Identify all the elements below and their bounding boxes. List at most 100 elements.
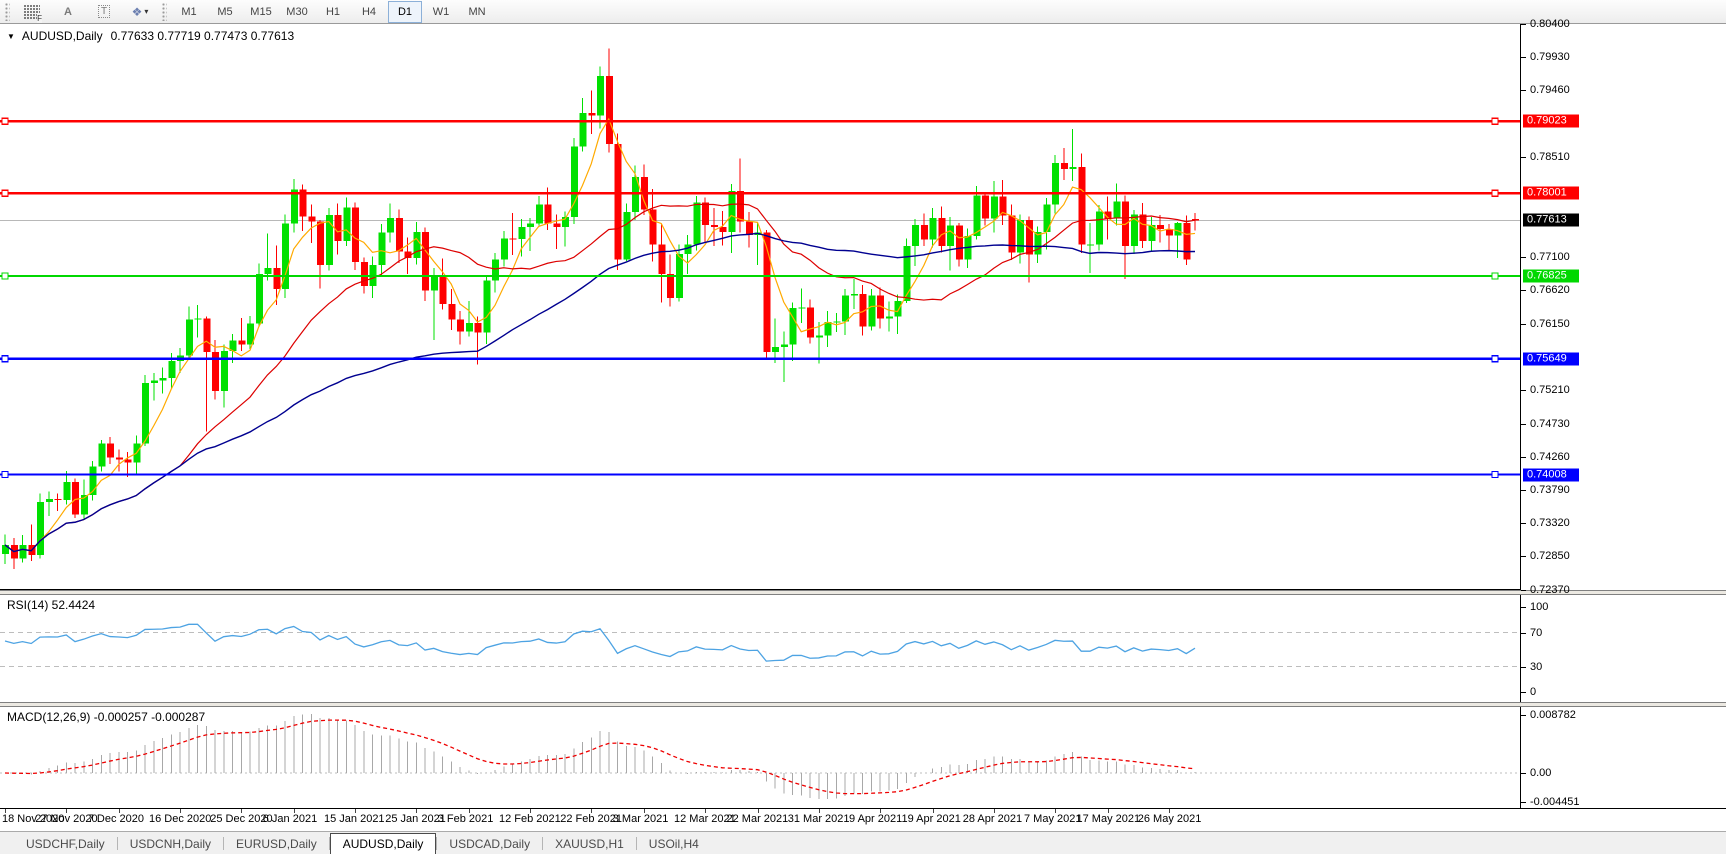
text-label-button[interactable]: T <box>87 1 121 23</box>
date-label-8: 25 Jan 2021 <box>385 813 446 825</box>
candle <box>326 208 333 271</box>
timeframe-button-h4[interactable]: H4 <box>352 1 386 23</box>
price-tick-0.73790: 0.73790 <box>1530 484 1570 496</box>
timeframe-button-m15[interactable]: M15 <box>244 1 278 23</box>
date-label-16: 9 Apr 2021 <box>849 813 902 825</box>
price-tick-0.74260: 0.74260 <box>1530 451 1570 463</box>
timeframe-button-group: M1M5M15M30H1H4D1W1MN <box>172 1 494 23</box>
rsi-label: RSI(14) 52.4424 <box>7 598 95 612</box>
timeframe-button-w1[interactable]: W1 <box>424 1 458 23</box>
rsi-tick-100: 100 <box>1530 601 1548 613</box>
toolbar: F A T ❖ ▾ M1M5M15M30H1H4D1W1MN <box>0 0 1726 24</box>
timeframe-button-mn[interactable]: MN <box>460 1 494 23</box>
price-level-label-0.74008: 0.74008 <box>1523 468 1579 481</box>
candle <box>1183 216 1190 265</box>
macd-tick-0.008782: 0.008782 <box>1530 709 1576 721</box>
objects-button[interactable]: ❖ ▾ <box>123 1 157 23</box>
date-label-12: 3 Mar 2021 <box>613 813 669 825</box>
trading-terminal-window: F A T ❖ ▾ M1M5M15M30H1H4D1W1MN 0.80400 0.… <box>0 0 1726 854</box>
price-level-label-0.75649: 0.75649 <box>1523 352 1579 365</box>
price-tick-0.75210: 0.75210 <box>1530 384 1570 396</box>
price-tick-0.79460: 0.79460 <box>1530 84 1570 96</box>
rsi-tick-0: 0 <box>1530 686 1536 698</box>
date-label-6: 6 Jan 2021 <box>263 813 317 825</box>
timeframe-button-m30[interactable]: M30 <box>280 1 314 23</box>
timeframe-button-m1[interactable]: M1 <box>172 1 206 23</box>
price-level-label-0.79023: 0.79023 <box>1523 115 1579 128</box>
chart-tab-bar: USDCHF,DailyUSDCNH,DailyEURUSD,DailyAUDU… <box>0 831 1726 854</box>
tab-usdcnh-daily[interactable]: USDCNH,Daily <box>118 832 223 854</box>
price-tick-0.73320: 0.73320 <box>1530 517 1570 529</box>
candlestick-chart[interactable] <box>0 24 1520 590</box>
timeframe-button-h1[interactable]: H1 <box>316 1 350 23</box>
candle <box>90 461 97 500</box>
collapse-arrow-icon[interactable]: ▼ <box>7 32 15 41</box>
main-chart-panel[interactable]: 0.804000.799300.794600.785100.771000.766… <box>0 24 1726 590</box>
font-button[interactable]: A <box>51 1 85 23</box>
macd-label: MACD(12,26,9) -0.000257 -0.000287 <box>7 710 205 724</box>
price-level-label-0.77613: 0.77613 <box>1523 214 1579 227</box>
candle <box>422 228 429 301</box>
macd-chart <box>0 707 1520 808</box>
tab-xauusd-h1[interactable]: XAUUSD,H1 <box>543 832 636 854</box>
macd-panel[interactable]: 0.008782 0.00 -0.004451 MACD(12,26,9) -0.0… <box>0 707 1726 808</box>
font-a-icon: A <box>64 6 72 18</box>
toolbar-grip[interactable] <box>5 3 10 21</box>
candle <box>37 493 44 558</box>
date-label-3: 7 Dec 2020 <box>88 813 144 825</box>
rsi-tick-70: 70 <box>1530 627 1542 639</box>
timeframe-button-d1[interactable]: D1 <box>388 1 422 23</box>
macd-tick-0.00: 0.00 <box>1530 767 1551 779</box>
price-tick-0.77100: 0.77100 <box>1530 251 1570 263</box>
price-tick-0.76150: 0.76150 <box>1530 318 1570 330</box>
timeframe-button-m5[interactable]: M5 <box>208 1 242 23</box>
candle <box>72 479 79 518</box>
macd-axis[interactable]: 0.008782 0.00 -0.004451 <box>1520 707 1726 808</box>
price-tick-0.76620: 0.76620 <box>1530 284 1570 296</box>
tab-usdcad-daily[interactable]: USDCAD,Daily <box>437 832 542 854</box>
rsi-panel[interactable]: 100 70 30 0 RSI(14) 52.4424 <box>0 595 1726 702</box>
chart-ohlc-values: 0.77633 0.77719 0.77473 0.77613 <box>111 29 295 43</box>
candle <box>1096 205 1103 250</box>
chart-grid-button[interactable]: F <box>15 1 49 23</box>
price-axis[interactable]: 0.804000.799300.794600.785100.771000.766… <box>1520 24 1726 590</box>
date-label-9: 3 Feb 2021 <box>438 813 494 825</box>
rsi-line <box>5 624 1195 661</box>
tab-eurusd-daily[interactable]: EURUSD,Daily <box>224 832 329 854</box>
date-axis[interactable]: 18 Nov 202027 Nov 20207 Dec 202016 Dec 2… <box>0 809 1726 831</box>
rsi-chart <box>0 595 1520 702</box>
date-label-18: 28 Apr 2021 <box>963 813 1022 825</box>
toolbar-grip-2[interactable] <box>162 3 167 21</box>
tab-usdchf-daily[interactable]: USDCHF,Daily <box>14 832 117 854</box>
text-box-icon: T <box>98 5 110 18</box>
date-label-4: 16 Dec 2020 <box>149 813 211 825</box>
candle <box>623 204 630 261</box>
price-tick-0.78510: 0.78510 <box>1530 151 1570 163</box>
candle <box>903 238 910 303</box>
price-level-label-0.78001: 0.78001 <box>1523 187 1579 200</box>
candle <box>571 138 578 224</box>
date-label-10: 12 Feb 2021 <box>499 813 561 825</box>
rsi-tick-30: 30 <box>1530 661 1542 673</box>
date-label-19: 7 May 2021 <box>1024 813 1081 825</box>
objects-icon: ❖ <box>132 5 143 19</box>
chart-symbol-label: AUDUSD,Daily <box>22 29 103 43</box>
date-label-21: 26 May 2021 <box>1138 813 1202 825</box>
date-label-17: 19 Apr 2021 <box>902 813 961 825</box>
date-label-7: 15 Jan 2021 <box>324 813 385 825</box>
chart-grid-f-icon: F <box>24 5 40 19</box>
price-tick-0.74730: 0.74730 <box>1530 418 1570 430</box>
price-tick-0.80400: 0.80400 <box>1530 18 1570 30</box>
tab-audusd-daily[interactable]: AUDUSD,Daily <box>330 833 437 854</box>
candle <box>615 133 622 270</box>
price-tick-0.72850: 0.72850 <box>1530 550 1570 562</box>
date-label-14: 22 Mar 2021 <box>727 813 789 825</box>
price-level-label-0.76825: 0.76825 <box>1523 269 1579 282</box>
date-label-20: 17 May 2021 <box>1077 813 1141 825</box>
macd-tick--0.004451: -0.004451 <box>1530 796 1580 808</box>
price-tick-0.79930: 0.79930 <box>1530 51 1570 63</box>
rsi-axis[interactable]: 100 70 30 0 <box>1520 595 1726 702</box>
tab-usoil-h4[interactable]: USOil,H4 <box>637 832 711 854</box>
candle <box>282 214 289 298</box>
date-label-15: 31 Mar 2021 <box>788 813 850 825</box>
